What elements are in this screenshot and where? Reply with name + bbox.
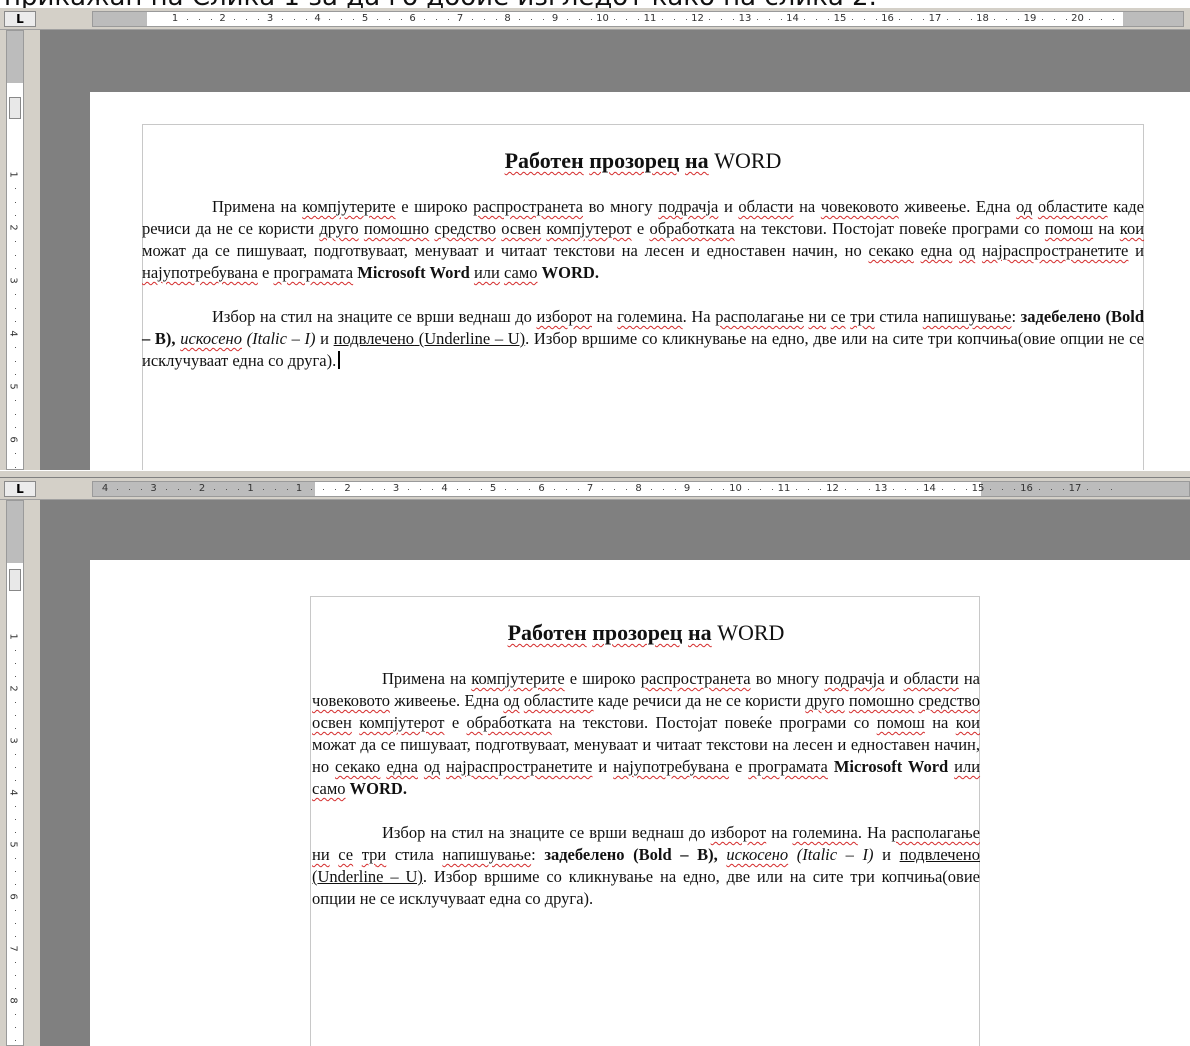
ruler-number: 20 [1071, 13, 1084, 24]
vertical-ruler-number: 6 [7, 893, 19, 900]
document-page[interactable]: Работен прозорец на WORD Примена на комп… [90, 92, 1190, 470]
ruler-number: 3 [266, 13, 274, 24]
vertical-ruler-number: 4 [7, 789, 19, 796]
ruler-number: 6 [538, 483, 545, 494]
horizontal-ruler[interactable]: L 4 3 2 1 1 2 3 4 5 6 7 8 9 10 11 12 13 14 15 16 17 [0, 478, 1190, 500]
ruler-number: 5 [361, 13, 369, 24]
ruler-number: 18 [976, 13, 989, 24]
vertical-ruler-number: 7 [7, 945, 19, 952]
vertical-ruler-number: 4 [7, 330, 19, 337]
vertical-ruler-marker[interactable] [9, 97, 21, 119]
paragraph-2: Избор на стил на знаците се врши веднаш … [312, 823, 981, 908]
vertical-ruler[interactable]: 1 2 3 4 5 6 [0, 30, 36, 470]
horizontal-ruler[interactable]: L 1 2 3 4 5 6 7 8 9 10 11 12 13 14 15 16 17 18 19 20 [0, 8, 1190, 30]
ruler-number: 9 [683, 483, 691, 494]
paragraph-2: Избор на стил на знаците се врши веднаш … [142, 307, 1145, 370]
caption-text: прикажан на Слика 1 за да го добие изгле… [4, 0, 877, 8]
ruler-number: 8 [504, 13, 511, 24]
vertical-ruler-number: 1 [7, 633, 19, 640]
ruler-number: 13 [738, 13, 752, 24]
ruler-number: 4 [314, 13, 321, 24]
vertical-ruler-number: 2 [7, 685, 19, 692]
vertical-ruler-number: 1 [7, 171, 19, 178]
document-window-top: L 1 2 3 4 5 6 7 8 9 10 11 12 13 14 15 16 17 18 19 20 123456… [0, 8, 1190, 470]
vertical-ruler-number: 5 [7, 841, 19, 848]
ruler-number: 14 [923, 483, 936, 494]
document-page[interactable]: Работен прозорец на WORD Примена на комп… [90, 560, 1190, 1046]
ruler-number: 7 [586, 483, 594, 494]
ruler-number: 15 [971, 483, 985, 494]
ruler-number: 11 [643, 13, 657, 24]
vertical-ruler-number: 8 [7, 997, 19, 1004]
document-text[interactable]: Работен прозорец на WORD Примена на комп… [142, 148, 1144, 372]
ruler-number: 4 [101, 483, 109, 494]
vertical-ruler-number: 5 [7, 383, 19, 390]
split-divider[interactable] [0, 470, 1190, 478]
ruler-number: 17 [1068, 483, 1082, 494]
tab-stop-selector[interactable]: L [4, 11, 36, 27]
ruler-number: 4 [441, 483, 448, 494]
document-window-bottom: L 4 3 2 1 1 2 3 4 5 6 7 8 9 10 11 12 13 14 15 16 17 12345678… [0, 478, 1190, 1046]
ruler-number: 2 [219, 13, 226, 24]
paragraph-1: Примена на компјутерите е широко распрос… [142, 197, 1145, 282]
ruler-track[interactable]: 1 2 3 4 5 6 7 8 9 10 11 12 13 14 15 16 17 18 19 20 [92, 11, 1184, 27]
caption-text-strip: прикажан на Слика 1 за да го добие изгле… [0, 0, 1190, 8]
ruler-number: 2 [198, 483, 206, 494]
ruler-number: 12 [691, 13, 704, 24]
tab-stop-selector[interactable]: L [4, 481, 36, 497]
ruler-number: 9 [551, 13, 559, 24]
ruler-number: 3 [150, 483, 157, 494]
vertical-ruler-number: 3 [7, 737, 19, 744]
ruler-number: 1 [295, 483, 303, 494]
vertical-ruler-number: 6 [7, 436, 19, 443]
ruler-number: 12 [826, 483, 839, 494]
ruler-number: 11 [777, 483, 791, 494]
ruler-number: 1 [247, 483, 254, 494]
ruler-number: 19 [1023, 13, 1037, 24]
ruler-number: 6 [409, 13, 416, 24]
paragraph-1: Примена на компјутерите е широко распрос… [312, 669, 981, 798]
vertical-ruler-number: 3 [7, 277, 19, 284]
vertical-ruler-number: 2 [7, 224, 19, 231]
ruler-number: 7 [456, 13, 464, 24]
text-cursor [338, 351, 341, 369]
ruler-number: 10 [729, 483, 742, 494]
ruler-number: 1 [171, 13, 179, 24]
ruler-number: 17 [928, 13, 942, 24]
ruler-number: 10 [596, 13, 609, 24]
ruler-number: 16 [881, 13, 894, 24]
ruler-number: 14 [786, 13, 799, 24]
document-title: Работен прозорец на WORD [504, 148, 782, 173]
ruler-number: 16 [1020, 483, 1033, 494]
document-text[interactable]: Работен прозорец на WORD Примена на комп… [312, 620, 980, 910]
ruler-number: 13 [874, 483, 888, 494]
ruler-number: 3 [392, 483, 400, 494]
ruler-number: 15 [833, 13, 847, 24]
vertical-ruler-marker[interactable] [9, 569, 21, 591]
ruler-number: 2 [344, 483, 351, 494]
ruler-number: 5 [489, 483, 497, 494]
ruler-number: 8 [635, 483, 642, 494]
vertical-ruler[interactable]: 1 2 3 4 5 6 7 8 [0, 500, 36, 1046]
document-title: Работен прозорец на WORD [507, 620, 785, 645]
ruler-track[interactable]: 4 3 2 1 1 2 3 4 5 6 7 8 9 10 11 12 13 14 15 16 17 [92, 481, 1190, 497]
